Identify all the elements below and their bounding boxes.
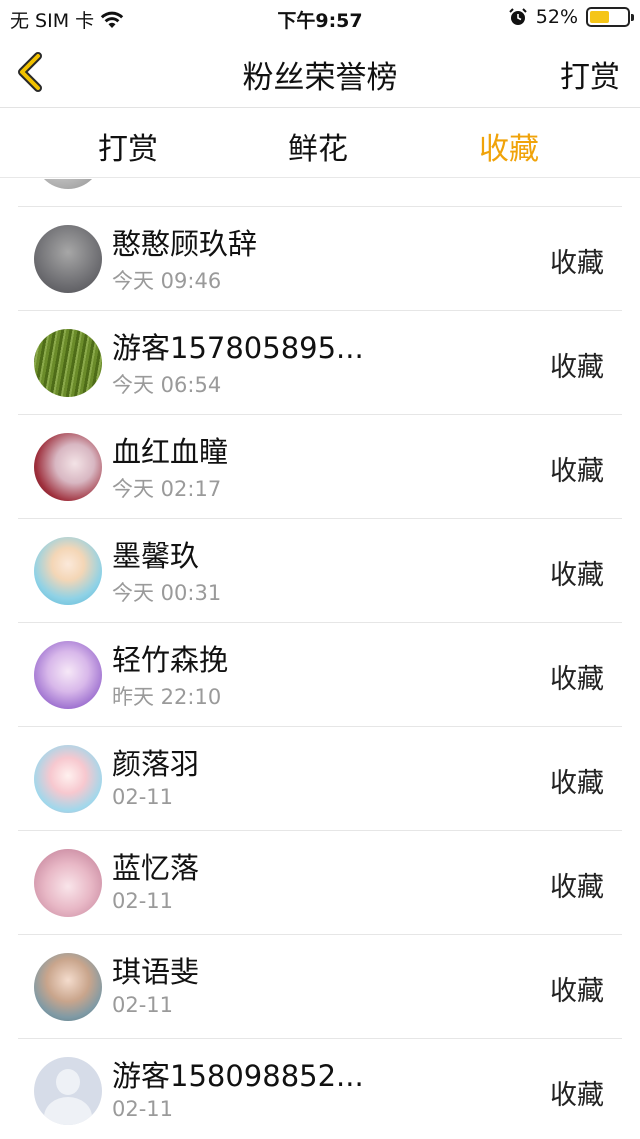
item-action: 收藏 (550, 976, 604, 1007)
item-action: 收藏 (550, 1080, 604, 1111)
user-name: 琪语斐 (112, 955, 200, 989)
list-item[interactable]: 蓝忆落 02-11 收藏 (18, 831, 622, 935)
item-time: 今天 06:54 (112, 373, 222, 397)
reward-button[interactable]: 打赏 (560, 52, 620, 96)
avatar (34, 179, 102, 189)
item-action: 收藏 (550, 352, 604, 383)
battery-fill (590, 11, 609, 23)
user-name: 蓝忆落 (112, 851, 200, 885)
user-name: 轻竹森挽 (112, 643, 229, 677)
list-item[interactable]: 憨憨顾玖辞 今天 09:46 收藏 (18, 207, 622, 311)
user-name: 憨憨顾玖辞 (112, 227, 258, 261)
avatar (34, 953, 102, 1021)
avatar (34, 225, 102, 293)
item-action: 收藏 (550, 456, 604, 487)
battery-percent: 52% (535, 6, 578, 28)
list-item[interactable]: 墨馨玖 今天 00:31 收藏 (18, 519, 622, 623)
avatar-head-shape (56, 1069, 80, 1095)
avatar (34, 849, 102, 917)
list-item[interactable]: 游客158098852... 02-11 收藏 (18, 1039, 622, 1139)
list-item[interactable]: 轻竹森挽 昨天 22:10 收藏 (18, 623, 622, 727)
tab-bar: 打赏 鲜花 收藏 (0, 108, 640, 178)
item-time: 02-11 (112, 993, 174, 1017)
avatar (34, 329, 102, 397)
item-time: 02-11 (112, 889, 174, 913)
item-time: 02-11 (112, 1097, 174, 1121)
battery-icon (586, 7, 634, 27)
user-name: 游客157805895... (112, 331, 364, 365)
page-title: 粉丝荣誉榜 (242, 60, 398, 96)
avatar (34, 745, 102, 813)
user-name: 游客158098852... (112, 1059, 364, 1093)
list-item[interactable]: 游客157805895... 今天 06:54 收藏 (18, 311, 622, 415)
avatar-body-shape (44, 1097, 92, 1125)
list-item[interactable]: 颜落羽 02-11 收藏 (18, 727, 622, 831)
user-name: 颜落羽 (112, 747, 200, 781)
item-action: 收藏 (550, 872, 604, 903)
tab-reward[interactable]: 打赏 (48, 124, 208, 168)
user-name: 血红血瞳 (112, 435, 229, 469)
item-time: 02-11 (112, 785, 174, 809)
nav-bar: 粉丝荣誉榜 打赏 (0, 36, 640, 108)
item-time: 今天 09:46 (112, 269, 222, 293)
item-action: 收藏 (550, 768, 604, 799)
list-item[interactable] (18, 179, 622, 207)
tab-favorites[interactable]: 收藏 (429, 124, 589, 168)
fan-list[interactable]: 憨憨顾玖辞 今天 09:46 收藏 游客157805895... 今天 06:5… (0, 179, 640, 1139)
list-item[interactable]: 琪语斐 02-11 收藏 (18, 935, 622, 1039)
item-action: 收藏 (550, 560, 604, 591)
item-time: 今天 02:17 (112, 477, 222, 501)
alarm-clock-icon (509, 8, 527, 25)
status-bar: 无 SIM 卡 下午9:57 52% (0, 0, 640, 36)
default-avatar-icon (34, 1057, 102, 1125)
avatar (34, 641, 102, 709)
item-time: 今天 00:31 (112, 581, 222, 605)
status-right: 52% (508, 6, 634, 28)
list-item[interactable]: 血红血瞳 今天 02:17 收藏 (18, 415, 622, 519)
avatar (34, 537, 102, 605)
item-action: 收藏 (550, 248, 604, 279)
item-action: 收藏 (550, 664, 604, 695)
tab-flowers[interactable]: 鲜花 (238, 124, 398, 168)
avatar (34, 433, 102, 501)
user-name: 墨馨玖 (112, 539, 200, 573)
item-time: 昨天 22:10 (112, 685, 222, 709)
